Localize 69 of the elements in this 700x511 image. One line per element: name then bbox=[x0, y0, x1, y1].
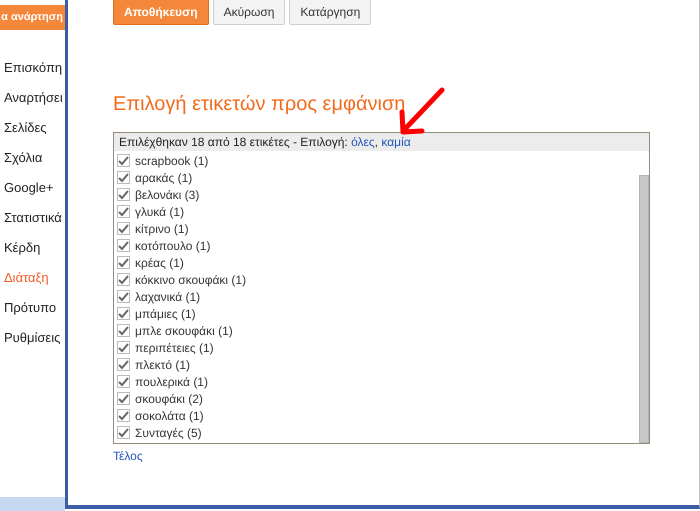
sidebar-item[interactable]: Επισκόπη bbox=[0, 53, 65, 83]
label-name: λαχανικά (1) bbox=[135, 288, 200, 306]
checkbox[interactable] bbox=[117, 341, 130, 354]
checkbox[interactable] bbox=[117, 256, 130, 269]
checkbox[interactable] bbox=[117, 324, 130, 337]
checkmark-icon bbox=[118, 206, 129, 216]
checkmark-icon bbox=[118, 274, 129, 284]
label-name: γλυκά (1) bbox=[135, 204, 184, 220]
select-all-link[interactable]: όλες bbox=[351, 135, 375, 149]
checkbox[interactable] bbox=[117, 188, 130, 201]
label-name: πλεκτό (1) bbox=[135, 356, 190, 374]
sidebar-item[interactable]: Ρυθμίσεις bbox=[0, 323, 65, 353]
checkmark-icon bbox=[118, 376, 129, 386]
checkbox[interactable] bbox=[117, 392, 130, 405]
label-name: σοκολάτα (1) bbox=[135, 408, 204, 424]
sidebar-item[interactable]: Πρότυπο bbox=[0, 293, 65, 323]
label-name: βελονάκι (3) bbox=[135, 186, 200, 204]
label-name: μπάμιες (1) bbox=[135, 306, 196, 322]
sidebar-item[interactable]: Στατιστικά bbox=[0, 203, 65, 233]
checkbox[interactable] bbox=[117, 171, 130, 184]
sidebar-item[interactable]: Αναρτήσει bbox=[0, 83, 65, 113]
sidebar-item[interactable]: Κέρδη bbox=[0, 233, 65, 263]
label-name: Συνταγές (5) bbox=[135, 424, 202, 442]
checkbox[interactable] bbox=[117, 222, 130, 235]
checkmark-icon bbox=[118, 342, 129, 352]
checkbox[interactable] bbox=[117, 375, 130, 388]
select-none-link[interactable]: καμία bbox=[381, 135, 411, 149]
label-name: κοτόπουλο (1) bbox=[135, 238, 210, 254]
checkbox[interactable] bbox=[117, 273, 130, 286]
checkbox[interactable] bbox=[117, 409, 130, 422]
checkbox[interactable] bbox=[117, 426, 130, 439]
checkmark-icon bbox=[118, 428, 129, 438]
checkbox[interactable] bbox=[117, 205, 130, 218]
header-text: Επιλέχθηκαν 18 από 18 ετικέτες - Επιλογή: όλες, καμία bbox=[119, 134, 411, 151]
label-name: κίτρινο (1) bbox=[135, 220, 189, 238]
sidebar-item[interactable]: Σελίδες bbox=[0, 113, 65, 143]
section-heading: Επιλογή ετικετών προς εμφάνιση bbox=[113, 92, 406, 116]
checkmark-icon bbox=[118, 190, 129, 200]
label-name: αρακάς (1) bbox=[135, 170, 192, 186]
sidebar-item[interactable]: Google+ bbox=[0, 173, 65, 203]
dialog-button[interactable]: Ακύρωση bbox=[212, 0, 286, 25]
label-name: περιπέτειες (1) bbox=[135, 340, 214, 356]
checkmark-icon bbox=[118, 240, 129, 250]
checkbox[interactable] bbox=[117, 307, 130, 320]
checkbox[interactable] bbox=[117, 239, 130, 252]
label-name: πουλερικά (1) bbox=[135, 374, 208, 390]
checkmark-icon bbox=[118, 326, 129, 336]
checkbox[interactable] bbox=[117, 154, 130, 167]
checkmark-icon bbox=[118, 156, 129, 166]
checkbox[interactable] bbox=[117, 290, 130, 303]
label-name: μπλε σκουφάκι (1) bbox=[135, 322, 233, 340]
scrollbar[interactable] bbox=[639, 175, 649, 443]
taskbar-strip bbox=[0, 497, 65, 511]
checkmark-icon bbox=[118, 292, 129, 302]
label-name: κρέας (1) bbox=[135, 254, 184, 272]
checkmark-icon bbox=[118, 308, 129, 318]
checkmark-icon bbox=[118, 258, 129, 268]
checkmark-icon bbox=[118, 360, 129, 370]
checkmark-icon bbox=[118, 224, 129, 234]
checkmark-icon bbox=[118, 410, 129, 420]
label-name: σκουφάκι (2) bbox=[135, 390, 203, 408]
dialog-button[interactable]: Κατάργηση bbox=[289, 0, 372, 25]
done-link[interactable]: Τέλος bbox=[113, 447, 143, 465]
checkmark-icon bbox=[118, 172, 129, 182]
checkbox[interactable] bbox=[117, 358, 130, 371]
label-name: scrapbook (1) bbox=[135, 152, 208, 170]
label-name: κόκκινο σκουφάκι (1) bbox=[135, 272, 246, 288]
sidebar-item[interactable]: Σχόλια bbox=[0, 143, 65, 173]
checkmark-icon bbox=[118, 394, 129, 404]
